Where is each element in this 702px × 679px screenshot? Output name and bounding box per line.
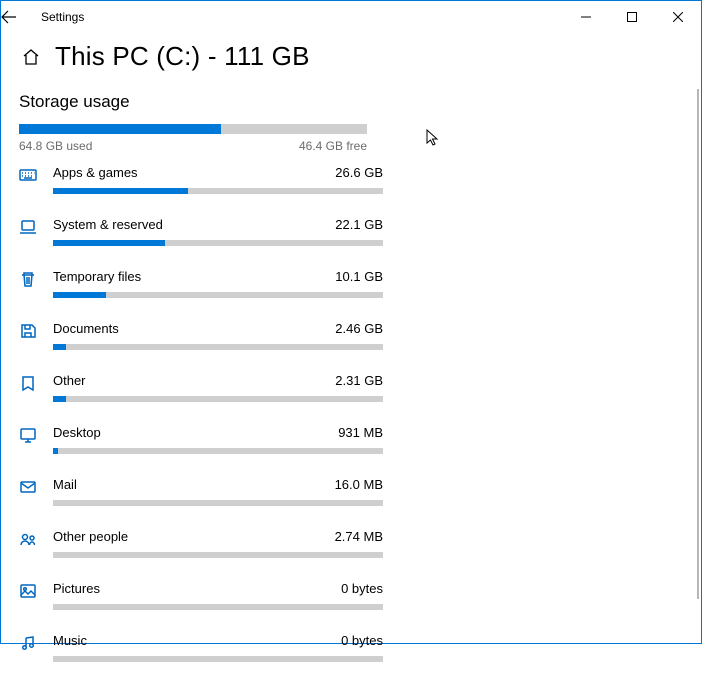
- category-fill: [53, 188, 188, 194]
- storage-category[interactable]: Other 2.31 GB: [19, 373, 383, 419]
- category-fill: [53, 396, 66, 402]
- category-name: Desktop: [53, 425, 101, 440]
- storage-category[interactable]: Mail 16.0 MB: [19, 477, 383, 523]
- used-label: 64.8 GB used: [19, 139, 92, 153]
- category-bar: [53, 292, 383, 298]
- trash-icon: [19, 269, 53, 290]
- category-bar: [53, 500, 383, 506]
- category-name: Pictures: [53, 581, 100, 596]
- category-name: Other: [53, 373, 86, 388]
- category-bar: [53, 656, 383, 662]
- category-fill: [53, 292, 106, 298]
- category-name: Music: [53, 633, 87, 648]
- maximize-icon: [627, 12, 637, 22]
- close-button[interactable]: [655, 1, 701, 33]
- category-bar: [53, 396, 383, 402]
- mouse-cursor: [426, 129, 440, 150]
- storage-category[interactable]: Pictures 0 bytes: [19, 581, 383, 627]
- category-bar: [53, 188, 383, 194]
- mail-icon: [19, 477, 53, 498]
- bookmark-icon: [19, 373, 53, 394]
- category-size: 16.0 MB: [335, 477, 383, 492]
- category-bar: [53, 240, 383, 246]
- save-icon: [19, 321, 53, 342]
- category-bar: [53, 448, 383, 454]
- pictures-icon: [19, 581, 53, 602]
- category-bar: [53, 604, 383, 610]
- section-heading: Storage usage: [19, 92, 383, 112]
- scrollbar[interactable]: [697, 89, 699, 599]
- back-arrow-icon: [1, 10, 17, 24]
- category-size: 931 MB: [338, 425, 383, 440]
- category-size: 2.46 GB: [335, 321, 383, 336]
- overall-usage-bar: [19, 124, 367, 134]
- window-title: Settings: [35, 10, 84, 24]
- category-size: 0 bytes: [341, 581, 383, 596]
- page-title: This PC (C:) - 111 GB: [55, 41, 310, 72]
- category-name: Documents: [53, 321, 119, 336]
- home-button[interactable]: [19, 48, 43, 66]
- category-name: Temporary files: [53, 269, 141, 284]
- category-name: System & reserved: [53, 217, 163, 232]
- monitor-icon: [19, 425, 53, 446]
- back-button[interactable]: [1, 10, 35, 24]
- category-size: 2.31 GB: [335, 373, 383, 388]
- category-size: 10.1 GB: [335, 269, 383, 284]
- laptop-icon: [19, 217, 53, 238]
- free-label: 46.4 GB free: [299, 139, 367, 153]
- people-icon: [19, 529, 53, 550]
- storage-category[interactable]: Music 0 bytes: [19, 633, 383, 679]
- category-fill: [53, 344, 66, 350]
- category-fill: [53, 448, 58, 454]
- storage-category[interactable]: Desktop 931 MB: [19, 425, 383, 471]
- storage-category[interactable]: Apps & games 26.6 GB: [19, 165, 383, 211]
- category-bar: [53, 552, 383, 558]
- category-fill: [53, 240, 165, 246]
- keyboard-icon: [19, 165, 53, 186]
- category-size: 26.6 GB: [335, 165, 383, 180]
- overall-usage-fill: [19, 124, 221, 134]
- category-size: 2.74 MB: [335, 529, 383, 544]
- category-name: Other people: [53, 529, 128, 544]
- category-name: Apps & games: [53, 165, 138, 180]
- storage-category[interactable]: System & reserved 22.1 GB: [19, 217, 383, 263]
- storage-category[interactable]: Temporary files 10.1 GB: [19, 269, 383, 315]
- storage-category[interactable]: Documents 2.46 GB: [19, 321, 383, 367]
- close-icon: [673, 12, 683, 22]
- minimize-button[interactable]: [563, 1, 609, 33]
- category-name: Mail: [53, 477, 77, 492]
- category-bar: [53, 344, 383, 350]
- maximize-button[interactable]: [609, 1, 655, 33]
- category-size: 0 bytes: [341, 633, 383, 648]
- storage-category[interactable]: Other people 2.74 MB: [19, 529, 383, 575]
- home-icon: [22, 48, 40, 66]
- category-size: 22.1 GB: [335, 217, 383, 232]
- minimize-icon: [581, 12, 591, 22]
